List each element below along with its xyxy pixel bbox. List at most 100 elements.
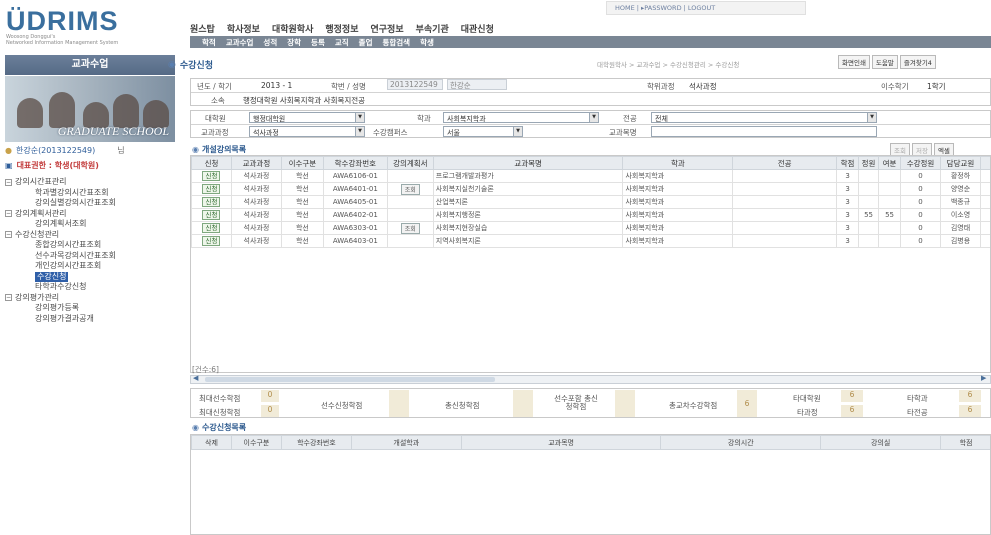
apply-button[interactable]: 신청 <box>202 223 221 233</box>
submenu-item[interactable]: 교과수업 <box>226 37 254 47</box>
table-row[interactable]: 신청 석사과정학선AWA6106-01 프로그램개발과평가사회복지학과 3 0황정하월1… <box>191 169 990 183</box>
course-type-select[interactable]: 석사과정 ▼ <box>249 126 365 137</box>
menu-rental[interactable]: 대관신청 <box>461 22 494 35</box>
collapse-icon[interactable]: − <box>5 210 12 218</box>
tree-group[interactable]: − 강의평가관리 <box>5 293 175 304</box>
tree-item[interactable]: 타학과수강신청 <box>5 282 175 293</box>
table-row[interactable]: 신청 석사과정학선AWA6303-01 조회 사회복지현장실습사회복지학과 3 0김영태목… <box>191 221 990 235</box>
chevron-down-icon[interactable]: ▼ <box>355 113 364 122</box>
tree-group-label[interactable]: 강의평가관리 <box>15 293 59 304</box>
page-title-text: 수강신청 <box>179 61 213 71</box>
term-value: 1학기 <box>927 82 946 91</box>
submenu-item[interactable]: 통합검색 <box>382 37 410 47</box>
tree-group[interactable]: − 수강신청관리 <box>5 230 175 241</box>
tree-group-label[interactable]: 강의시간표관리 <box>15 177 67 188</box>
major-select[interactable]: 사회복지학과 ▼ <box>443 112 599 123</box>
scroll-thumb[interactable] <box>205 377 495 382</box>
apply-button[interactable]: 신청 <box>202 210 221 220</box>
tree-item[interactable]: 강의평가결과공개 <box>5 314 175 325</box>
submenu-item[interactable]: 학적 <box>202 37 216 47</box>
chevron-down-icon[interactable]: ▼ <box>867 113 876 122</box>
incl-credit-label: 선수포함 총신청학점 <box>554 394 598 411</box>
logo[interactable]: ÜDRIMS <box>6 6 119 37</box>
submenu-item[interactable]: 등록 <box>311 37 325 47</box>
table-cell: 조회 <box>386 221 434 235</box>
menu-onestop[interactable]: 원스탑 <box>190 22 215 35</box>
util-links[interactable]: HOME | ▸PASSWORD | LOGOUT <box>606 1 806 15</box>
tree-group-label[interactable]: 수강신청관리 <box>15 230 59 241</box>
tree-item-selected-label[interactable]: 수강신청 <box>35 271 69 282</box>
subject-input[interactable] <box>651 126 877 137</box>
submenu-item[interactable]: 교직 <box>335 37 349 47</box>
syllabus-view-button[interactable]: 조회 <box>400 183 420 195</box>
scroll-left-icon[interactable]: ◀ <box>193 374 198 382</box>
col-header: 강 <box>979 156 990 170</box>
collapse-icon[interactable]: − <box>5 294 12 302</box>
campus-select[interactable]: 서울 ▼ <box>443 126 523 137</box>
table-row[interactable]: 신청 석사과정학선AWA6403-01 지역사회복지론사회복지학과 3 0김병용월10. <box>191 234 990 248</box>
tree-item[interactable]: 강의계획서조회 <box>5 219 175 230</box>
scroll-right-icon[interactable]: ▶ <box>981 374 986 382</box>
tree-item-selected[interactable]: 수강신청 <box>5 271 175 282</box>
tree-item[interactable]: 강의평가등록 <box>5 303 175 314</box>
collapse-icon[interactable]: − <box>5 178 12 186</box>
table-cell <box>858 234 880 248</box>
apply-button[interactable]: 신청 <box>202 171 221 181</box>
tree-group-label[interactable]: 강의계획서관리 <box>15 209 67 220</box>
chevron-down-icon[interactable]: ▼ <box>589 113 598 122</box>
col-header: 삭제 <box>191 435 232 450</box>
major-label: 학과 <box>417 114 431 123</box>
main-menu: 원스탑 학사정보 대학원학사 행정정보 연구정보 부속기관 대관신청 <box>190 22 494 35</box>
table-row[interactable]: 신청 석사과정 학선 AWA6402-01 사회복지행정론 사회복지학과 3 55 55 0 이소영… <box>191 208 990 222</box>
table-cell: 석사과정 <box>230 169 282 183</box>
table-cell <box>732 208 838 222</box>
chevron-down-icon[interactable]: ▼ <box>513 127 522 136</box>
id-value: 2013122549 <box>387 79 443 90</box>
submenu-item[interactable]: 장학 <box>287 37 301 47</box>
horizontal-scrollbar[interactable]: ◀ ▶ <box>190 374 991 384</box>
grad-select[interactable]: 행정대학원 ▼ <box>249 112 365 123</box>
help-button[interactable]: 도움말 <box>871 55 898 69</box>
tree-item[interactable]: 선수과목강의시간표조회 <box>5 251 175 262</box>
tree-item[interactable]: 학과별강의시간표조회 <box>5 188 175 199</box>
apply-button[interactable]: 신청 <box>202 197 221 207</box>
menu-research[interactable]: 연구정보 <box>371 22 404 35</box>
syllabus-view-button[interactable]: 조회 <box>400 222 420 234</box>
table-cell: 학선 <box>280 195 324 209</box>
user-suffix: 님 <box>117 146 125 155</box>
submenu-item[interactable]: 학생 <box>420 37 434 47</box>
menu-grad-academic[interactable]: 대학원학사 <box>272 22 313 35</box>
table-cell: AWA6402-01 <box>322 208 388 222</box>
collapse-icon[interactable]: − <box>5 231 12 239</box>
dept-value: 행정대학원 사회복지학과 사회복지전공 <box>243 96 366 105</box>
tree-item[interactable]: 개인강의시간표조회 <box>5 261 175 272</box>
tree-item[interactable]: 종합강의시간표조회 <box>5 240 175 251</box>
menu-academic[interactable]: 학사정보 <box>227 22 260 35</box>
submenu-item[interactable]: 성적 <box>263 37 277 47</box>
tree-group[interactable]: − 강의시간표관리 <box>5 177 175 188</box>
term-label: 이수학기 <box>881 82 909 91</box>
table-cell: 0 <box>900 208 941 222</box>
tree-group[interactable]: − 강의계획서관리 <box>5 209 175 220</box>
apply-button[interactable]: 신청 <box>202 236 221 246</box>
menu-affiliated[interactable]: 부속기관 <box>416 22 449 35</box>
name-value: 한강순 <box>447 79 507 90</box>
chevron-down-icon[interactable]: ▼ <box>355 127 364 136</box>
table-cell: 3 <box>836 169 860 183</box>
menu-admin[interactable]: 행정정보 <box>325 22 358 35</box>
table-cell <box>732 182 838 196</box>
table-row[interactable]: 신청 석사과정 학선 AWA6401-01 조회 사회복지실천기술론 사회복지학과 3 0 양영순… <box>191 182 990 196</box>
spec-label: 전공 <box>623 114 637 123</box>
table-row[interactable]: 신청 석사과정학선AWA6405-01 산업복지론사회복지학과 3 0백종규목10. <box>191 195 990 209</box>
submenu-item[interactable]: 졸업 <box>359 37 373 47</box>
table-cell <box>878 182 902 196</box>
applied-table-panel: 삭제 이수구분 학수강좌번호 개설학과 교과목명 강의시간 강의실 학점 <box>190 434 991 535</box>
tree-item[interactable]: 강의실별강의시간표조회 <box>5 198 175 209</box>
spec-select-value: 전체 <box>655 115 668 123</box>
favorite-button[interactable]: 즐겨찾기4 <box>899 55 936 69</box>
print-button[interactable]: 화면인쇄 <box>838 55 870 69</box>
other-course-label: 타과정 <box>797 408 818 417</box>
apply-button[interactable]: 신청 <box>202 184 221 194</box>
table-cell <box>878 234 902 248</box>
spec-select[interactable]: 전체 ▼ <box>651 112 877 123</box>
